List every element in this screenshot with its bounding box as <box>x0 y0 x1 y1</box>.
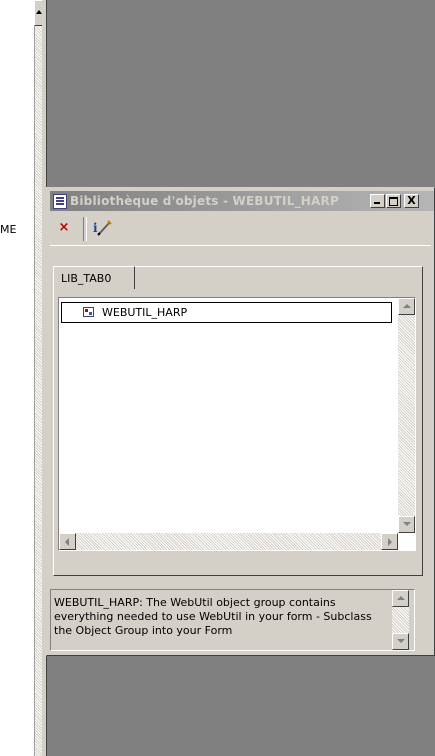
minimize-button[interactable] <box>370 194 385 208</box>
object-list[interactable]: WEBUTIL_HARP <box>58 297 416 551</box>
list-item[interactable]: WEBUTIL_HARP <box>61 302 392 323</box>
scroll-right-button[interactable] <box>381 533 398 550</box>
toolbar-separator <box>83 217 87 241</box>
description-scroll-down-button[interactable] <box>392 633 409 650</box>
window-title: Bibliothèque d'objets - WEBUTIL_HARP <box>70 194 339 208</box>
scroll-size-box <box>398 533 415 550</box>
background-window-pane: ME <box>0 0 34 756</box>
object-library-window: Bibliothèque d'objets - WEBUTIL_HARP X ×… <box>46 187 435 656</box>
description-scrollbar[interactable] <box>392 590 409 650</box>
delete-icon[interactable]: × <box>54 220 74 238</box>
object-group-icon <box>83 307 94 317</box>
maximize-button[interactable] <box>386 194 401 208</box>
background-window-text: ME <box>0 223 17 236</box>
scroll-down-button[interactable] <box>398 516 415 533</box>
tab-lib-tab0[interactable]: LIB_TAB0 <box>53 266 135 289</box>
list-vertical-scrollbar[interactable] <box>398 298 415 533</box>
description-box: WEBUTIL_HARP: The WebUtil object group c… <box>50 589 415 651</box>
title-bar[interactable]: Bibliothèque d'objets - WEBUTIL_HARP X <box>50 191 434 211</box>
list-horizontal-scrollbar[interactable] <box>59 533 398 550</box>
scroll-left-button[interactable] <box>59 533 76 550</box>
description-scroll-up-button[interactable] <box>392 590 409 607</box>
edit-properties-icon[interactable]: i <box>91 218 113 238</box>
description-text: WEBUTIL_HARP: The WebUtil object group c… <box>54 596 372 637</box>
svg-text:i: i <box>93 221 98 235</box>
list-item-label: WEBUTIL_HARP <box>102 306 188 319</box>
window-icon <box>53 194 67 209</box>
scroll-up-button[interactable] <box>398 298 415 315</box>
close-button[interactable]: X <box>404 194 419 208</box>
toolbar: × i <box>50 213 431 246</box>
